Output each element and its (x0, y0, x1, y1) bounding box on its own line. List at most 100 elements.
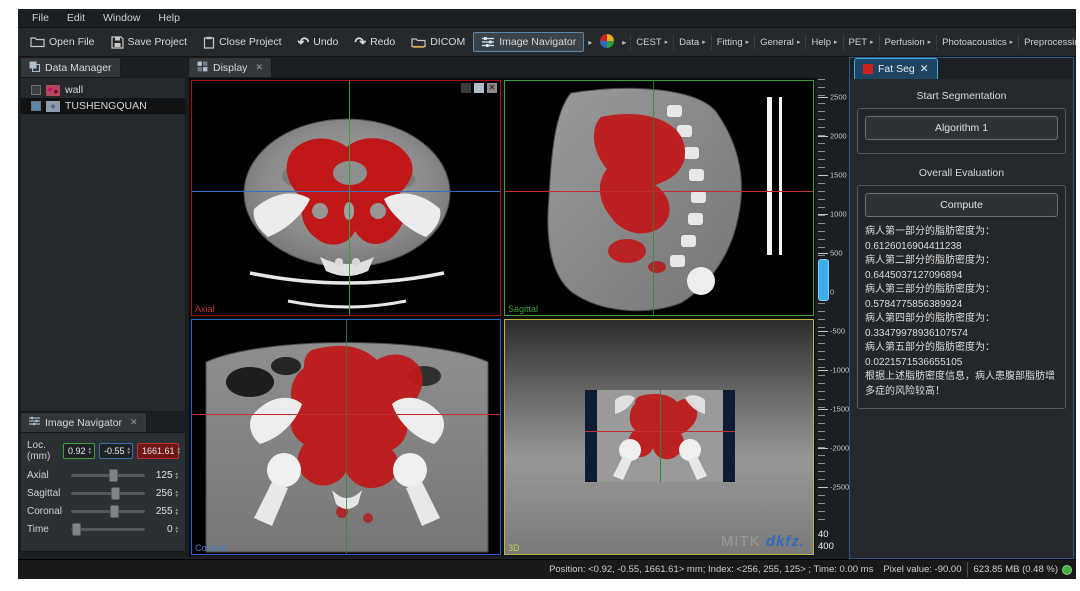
slider-handle[interactable] (109, 469, 118, 482)
compute-button[interactable]: Compute (865, 193, 1058, 217)
dkfz-logo-text: dkfz. (766, 533, 805, 550)
sagittal-plane-line[interactable] (346, 320, 347, 554)
view-settings-icon[interactable]: ✕ (487, 83, 497, 93)
tick-label: -1000 (830, 366, 849, 375)
menu-edit[interactable]: Edit (59, 11, 93, 25)
color-wheel-icon[interactable] (600, 34, 614, 51)
axial-slider-row: Axial 125 ▲▼ (27, 470, 179, 481)
view-menu-label: Photoacoustics (942, 37, 1006, 48)
tab-display[interactable]: Display ✕ (188, 57, 272, 77)
spinner-arrows-icon[interactable]: ▲▼ (175, 508, 179, 516)
coronal-slider[interactable] (71, 510, 145, 513)
view-menu-data[interactable]: Data▸ (673, 35, 711, 50)
major-tick (818, 214, 828, 215)
fullscreen-icon[interactable] (474, 83, 484, 93)
menu-help[interactable]: Help (150, 11, 188, 25)
sagittal-plane-line[interactable] (660, 390, 661, 482)
open-file-button[interactable]: Open File (22, 32, 103, 52)
image-navigator-label: Image Navigator (499, 36, 576, 48)
undo-button[interactable]: ↶ Undo (290, 32, 347, 52)
sagittal-slider[interactable] (71, 492, 145, 495)
tab-fat-seg[interactable]: Fat Seg ✕ (854, 58, 938, 79)
memory-usage-text: 623.85 MB (0.48 %) (974, 564, 1059, 575)
view-menu-label: Fitting (717, 37, 743, 48)
axial-plane-line[interactable] (192, 414, 500, 415)
spinner-arrows-icon[interactable]: ▲▼ (88, 447, 92, 455)
viewport-grid: ✕ Axial (188, 77, 816, 557)
sliders-icon (481, 36, 495, 48)
close-project-button[interactable]: Close Project (195, 32, 289, 53)
image-navigator-button[interactable]: Image Navigator (473, 32, 584, 52)
level-window-slider[interactable]: 2500 2000 1500 1000 500 0 -500 -1000 -15… (818, 79, 846, 525)
view-menu-preprocessing[interactable]: Preprocessing▸ (1018, 35, 1076, 50)
coronal-viewport[interactable]: Coronal (191, 319, 501, 555)
save-project-button[interactable]: Save Project (103, 32, 196, 53)
tree-item-tushengquan[interactable]: TUSHENGQUAN (21, 98, 185, 114)
spinner-arrows-icon[interactable]: ▲▼ (127, 447, 131, 455)
redo-icon: ↷ (354, 36, 366, 48)
mitk-dkfz-logo: MITK dkfz. (721, 533, 805, 550)
loc-z-spinbox[interactable]: 1661.61▲▼ (137, 443, 179, 459)
tab-label: Fat Seg (878, 63, 915, 75)
start-segmentation-group: Algorithm 1 (857, 108, 1066, 154)
tick-label: -2500 (830, 483, 849, 492)
axial-slider[interactable] (71, 474, 145, 477)
tree-item-wall[interactable]: wall (21, 82, 185, 98)
slider-handle[interactable] (110, 505, 119, 518)
menu-window[interactable]: Window (95, 11, 148, 25)
visibility-checkbox[interactable] (31, 85, 41, 95)
view-menu-pet[interactable]: PET▸ (843, 35, 879, 50)
threed-slice-plane[interactable] (585, 390, 735, 482)
axial-viewport[interactable]: ✕ Axial (191, 80, 501, 316)
crosshair-menu-icon[interactable] (461, 83, 471, 93)
fat-seg-panel: Fat Seg ✕ Start Segmentation Algorithm 1… (849, 57, 1074, 559)
close-icon[interactable]: ✕ (255, 62, 263, 73)
sagittal-plane-line[interactable] (653, 81, 654, 315)
display-icon (197, 61, 208, 75)
view-menu-help[interactable]: Help▸ (805, 35, 842, 50)
major-tick (818, 409, 828, 410)
spinner-arrows-icon[interactable]: ▲▼ (177, 447, 181, 455)
loc-y-spinbox[interactable]: -0.55▲▼ (99, 443, 133, 459)
tab-data-manager[interactable]: Data Manager (20, 57, 121, 77)
view-menu-fitting[interactable]: Fitting▸ (711, 35, 754, 50)
close-icon[interactable]: ✕ (130, 417, 138, 428)
view-menu-cest[interactable]: CEST▸ (630, 35, 673, 50)
spinner-arrows-icon[interactable]: ▲▼ (175, 526, 179, 534)
sliders-icon (29, 416, 40, 429)
threed-viewport[interactable]: 3D MITK dkfz. (504, 319, 814, 555)
visibility-checkbox[interactable] (31, 101, 41, 111)
close-icon[interactable]: ✕ (920, 63, 929, 75)
level-window-handle[interactable] (818, 259, 829, 301)
view-menu-label: Preprocessing (1024, 37, 1076, 48)
axial-plane-line[interactable] (505, 191, 813, 192)
sagittal-slider-row: Sagittal 256 ▲▼ (27, 488, 179, 499)
coronal-plane-line[interactable] (192, 191, 500, 192)
overall-evaluation-group: Compute 病人第一部分的脂肪密度为：0.6126016904411238 … (857, 185, 1066, 409)
time-slider[interactable] (71, 528, 145, 531)
spinner-arrows-icon[interactable]: ▲▼ (175, 490, 179, 498)
loc-label: Loc. (mm) (27, 440, 59, 462)
spinner-arrows-icon[interactable]: ▲▼ (175, 472, 179, 480)
view-menu-label: PET (849, 37, 867, 48)
slider-handle[interactable] (72, 523, 81, 536)
algorithm-1-button[interactable]: Algorithm 1 (865, 116, 1058, 140)
toolbar-overflow-icon[interactable]: ▸ (584, 38, 596, 47)
dicom-button[interactable]: DICOM (403, 32, 473, 53)
view-menu-general[interactable]: General▸ (754, 35, 805, 50)
level-window-values: 40 400 (818, 529, 848, 553)
sagittal-viewport[interactable]: Sagittal (504, 80, 814, 316)
tab-image-navigator[interactable]: Image Navigator ✕ (20, 412, 147, 432)
node-label: wall (65, 84, 83, 96)
sagittal-plane-line[interactable] (349, 81, 350, 315)
slider-handle[interactable] (111, 487, 120, 500)
loc-x-spinbox[interactable]: 0.92▲▼ (63, 443, 95, 459)
fat-seg-tabbar: Fat Seg ✕ (850, 58, 1073, 79)
coronal-view-label: Coronal (195, 543, 227, 553)
slider-label: Coronal (27, 506, 71, 517)
view-menu-perfusion[interactable]: Perfusion▸ (879, 35, 937, 50)
redo-button[interactable]: ↷ Redo (346, 32, 403, 52)
menu-file[interactable]: File (24, 11, 57, 25)
view-menu-photoacoustics[interactable]: Photoacoustics▸ (936, 35, 1018, 50)
major-tick (818, 487, 828, 488)
